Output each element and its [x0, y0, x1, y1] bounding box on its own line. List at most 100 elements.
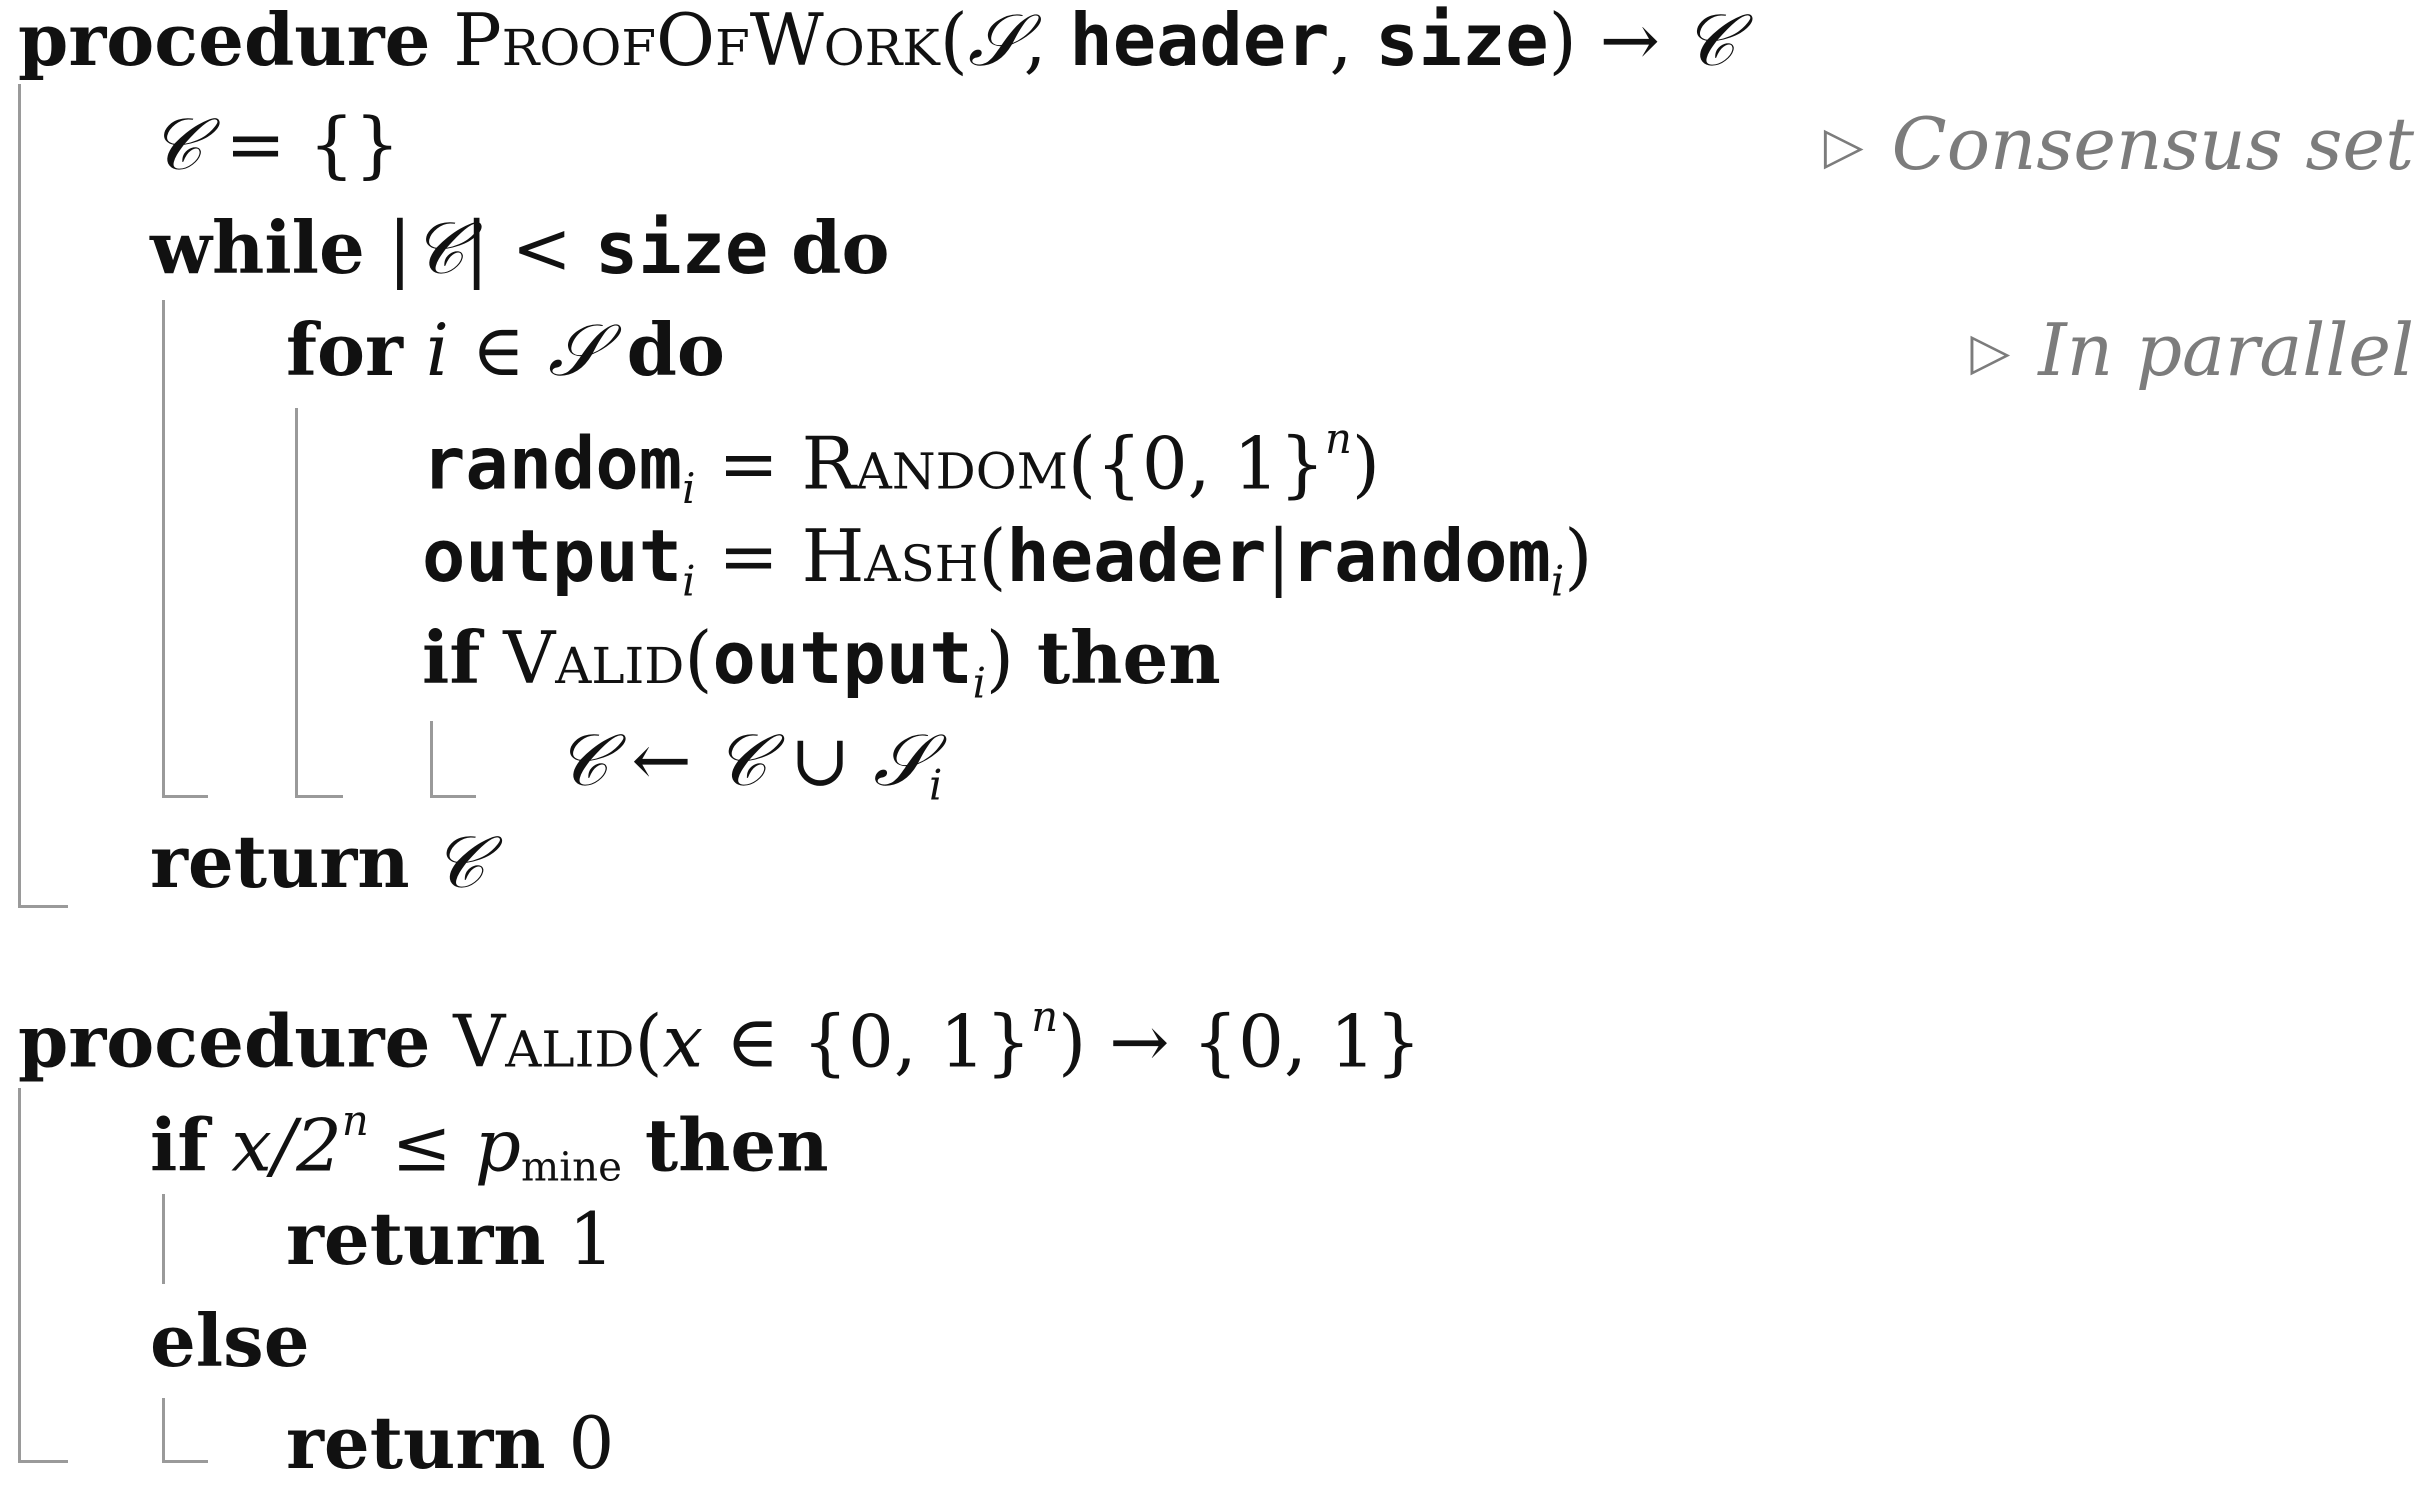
mining-probability: p: [474, 1103, 521, 1188]
hash-random-subscript: i: [1550, 556, 1565, 606]
procedure-name: ProofOfWork: [453, 0, 940, 82]
output-variable-subscript: i: [682, 556, 696, 606]
valid-argument-open: (: [684, 616, 713, 700]
then-keyword: then: [1036, 615, 1221, 700]
consensus-init-line: 𝒞 = {}: [150, 108, 400, 180]
for-do-keyword: do: [626, 307, 725, 392]
procedure-arg-open: (: [939, 0, 968, 82]
return-zero-keyword: return: [286, 1400, 546, 1485]
threshold-then-keyword: then: [644, 1102, 829, 1188]
union-symbol: ∪: [790, 718, 851, 802]
hash-argument-close: ): [1564, 514, 1593, 598]
valid-return-arrow: →: [1109, 999, 1170, 1084]
threshold-if-keyword: if: [150, 1102, 209, 1188]
guide-if-body-end: [430, 795, 476, 798]
algorithm-canvas: procedure ProofOfWork(𝒮, header, size) →…: [0, 0, 2434, 1489]
while-consensus-symbol: 𝒞: [412, 206, 465, 290]
return-zero-line: return 0: [286, 1407, 614, 1480]
random-assignment-line: randomi = Random({0, 1}n): [422, 418, 1380, 510]
procedure-arg-set: 𝒮: [967, 0, 1024, 82]
comment-triangle-icon: ▷: [1970, 321, 2011, 382]
valid-procedure-name: Valid: [453, 999, 635, 1084]
hash-argument-open: (: [978, 514, 1007, 598]
while-less-than: <: [511, 206, 572, 290]
guide-for-body: [295, 408, 298, 798]
threshold-check-line: if x/2n ≤ pmine then: [150, 1100, 829, 1188]
consensus-update-line: 𝒞 ← 𝒞 ∪ 𝒮i: [556, 724, 942, 806]
consensus-comment-text: Consensus set: [1891, 102, 2414, 186]
hash-function: Hash: [801, 514, 979, 598]
while-abs-close: |: [464, 206, 489, 290]
random-variable: random: [422, 421, 683, 506]
threshold-lhs: x/2: [231, 1103, 342, 1188]
for-set-symbol: 𝒮: [547, 308, 604, 392]
while-do-keyword: do: [791, 205, 890, 290]
mining-probability-subscript: mine: [520, 1143, 622, 1191]
hash-header-argument: header: [1006, 514, 1267, 598]
threshold-exponent: n: [341, 1096, 369, 1145]
random-function: Random: [801, 421, 1068, 506]
procedure-return-arrow: →: [1599, 0, 1660, 82]
valid-param-open: (: [634, 999, 663, 1084]
output-equals: =: [718, 514, 779, 598]
parallel-comment: ▷ In parallel: [1970, 314, 2414, 386]
valid-param-close: ): [1058, 999, 1087, 1084]
parallel-comment-text: In parallel: [2038, 308, 2414, 392]
else-keyword: else: [150, 1298, 310, 1383]
guide-while-body-end: [162, 795, 208, 798]
assignment-arrow: ←: [631, 718, 692, 802]
consensus-symbol: 𝒞: [150, 102, 203, 186]
valid-procedure-keyword: procedure: [18, 998, 431, 1084]
for-in-symbol: ∈: [471, 308, 526, 392]
random-argument-set: ({0, 1}: [1067, 421, 1326, 506]
return-consensus-line: return 𝒞: [150, 826, 485, 899]
threshold-leq: ≤: [391, 1103, 452, 1188]
consensus-source: 𝒞: [714, 718, 768, 802]
procedure-return-symbol: 𝒞: [1682, 0, 1736, 82]
while-line: while |𝒞| < size do: [150, 212, 890, 285]
guide-if-body: [430, 721, 433, 798]
output-variable: output: [422, 514, 683, 598]
else-line: else: [150, 1305, 310, 1377]
guide-then-body: [162, 1194, 165, 1284]
procedure-arg-comma-2: ,: [1329, 0, 1353, 82]
hash-separator: |: [1266, 514, 1291, 598]
guide-else-body-end: [162, 1460, 208, 1463]
random-argument-close: ): [1351, 421, 1381, 506]
guide-algorithm-1-level-1: [18, 84, 21, 908]
while-keyword: while: [150, 205, 365, 290]
consensus-target: 𝒞: [556, 718, 609, 802]
valid-output-argument: output: [712, 616, 973, 700]
guide-else-body: [162, 1398, 165, 1463]
proof-of-work-header: procedure ProofOfWork(𝒮, header, size) →…: [18, 4, 1735, 77]
procedure-arg-header: header: [1069, 0, 1330, 82]
valid-param-var: x: [662, 999, 704, 1084]
valid-header: procedure Valid(x ∈ {0, 1}n) → {0, 1}: [18, 996, 1421, 1078]
valid-argument-close: ): [985, 616, 1015, 700]
guide-algorithm-2-level-1: [18, 1088, 21, 1463]
set-element: 𝒮: [873, 718, 929, 802]
guide-algorithm-1-level-1-end: [18, 905, 68, 908]
return-one-line: return 1: [286, 1203, 614, 1276]
valid-function: Valid: [503, 616, 685, 700]
procedure-arg-size: size: [1375, 0, 1549, 82]
procedure-arg-close: ): [1548, 0, 1577, 82]
return-keyword: return: [150, 819, 410, 904]
validity-check-line: if Valid(outputi) then: [422, 622, 1221, 704]
output-assignment-line: outputi = Hash(header|randomi): [422, 520, 1592, 602]
set-element-subscript: i: [928, 760, 943, 810]
return-one-keyword: return: [286, 1196, 546, 1281]
return-one-value: 1: [568, 1197, 615, 1281]
valid-param-in: ∈: [726, 999, 780, 1084]
guide-while-body: [162, 300, 165, 798]
random-variable-subscript: i: [682, 464, 696, 514]
return-consensus-symbol: 𝒞: [432, 820, 486, 904]
procedure-arg-comma-1: ,: [1023, 0, 1047, 82]
for-index-var: i: [425, 308, 449, 392]
for-line: for i ∈ 𝒮 do: [286, 314, 725, 387]
return-zero-value: 0: [568, 1401, 615, 1485]
while-size: size: [594, 206, 769, 290]
comment-triangle-icon: ▷: [1823, 115, 1864, 176]
procedure-keyword: procedure: [18, 0, 431, 82]
consensus-comment: ▷ Consensus set: [1824, 108, 2414, 180]
